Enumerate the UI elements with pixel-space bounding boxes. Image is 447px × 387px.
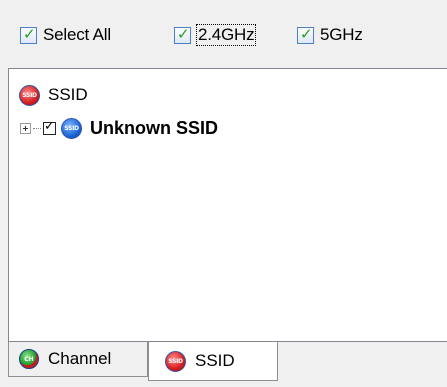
band-24ghz-label: 2.4GHz (195, 24, 257, 46)
ssid-filter-panel: ✓ Select All ✓ 2.4GHz ✓ 5GHz SSID SSID ✓… (0, 0, 447, 387)
ssid-icon: SSID (165, 350, 186, 372)
checkmark-icon: ✓ (177, 24, 190, 43)
checkmark-icon: ✓ (44, 118, 55, 134)
band-5ghz-label: 5GHz (320, 25, 363, 44)
view-tab-strip: CH Channel SSID SSID (8, 342, 447, 387)
select-all-label: Select All (43, 25, 111, 44)
tab-ssid[interactable]: SSID SSID (148, 342, 278, 381)
band-5ghz-checkbox[interactable]: ✓ 5GHz (297, 22, 363, 48)
tab-channel-label: Channel (48, 349, 112, 368)
tab-ssid-label: SSID (195, 351, 235, 370)
tree-root-label: SSID (48, 85, 88, 104)
channel-icon: CH (19, 349, 39, 369)
ssid-icon: SSID (19, 84, 40, 106)
checkbox-box[interactable]: ✓ (174, 24, 191, 44)
select-all-checkbox[interactable]: ✓ Select All (20, 22, 111, 48)
tab-channel[interactable]: CH Channel (8, 342, 148, 377)
filter-toolbar: ✓ Select All ✓ 2.4GHz ✓ 5GHz (0, 0, 447, 68)
checkbox-box[interactable]: ✓ (20, 24, 37, 44)
checkbox-box[interactable]: ✓ (297, 24, 314, 44)
tree-item-unknown-ssid[interactable]: ✓ SSID Unknown SSID (20, 116, 218, 140)
tree-item-label: Unknown SSID (90, 117, 219, 138)
ssid-icon: SSID (61, 117, 82, 139)
checkmark-icon: ✓ (300, 24, 313, 43)
expand-plus-icon[interactable] (20, 122, 31, 134)
tree-root-ssid[interactable]: SSID SSID (19, 83, 88, 107)
tree-item-checkbox[interactable]: ✓ (43, 118, 56, 135)
ssid-tree[interactable]: SSID SSID ✓ SSID Unknown SSID (8, 68, 447, 342)
tree-connector-line (33, 127, 41, 129)
band-24ghz-checkbox[interactable]: ✓ 2.4GHz (174, 22, 257, 48)
checkmark-icon: ✓ (23, 24, 36, 43)
